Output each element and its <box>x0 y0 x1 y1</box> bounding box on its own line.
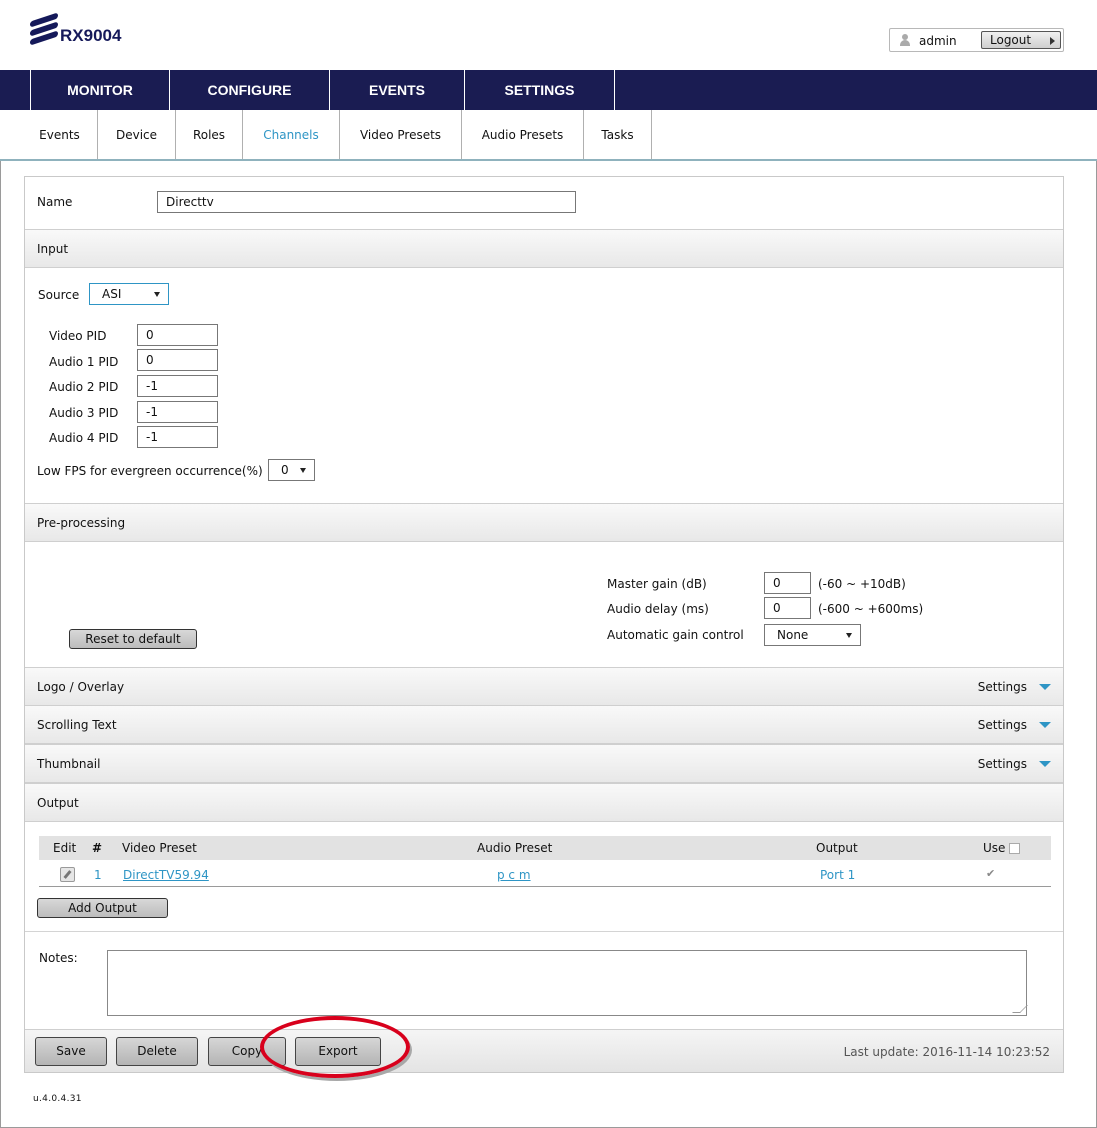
audio-delay-label: Audio delay (ms) <box>607 602 709 616</box>
audio2-pid-input[interactable]: -1 <box>137 375 218 397</box>
agc-value: None <box>777 628 809 642</box>
col-edit: Edit <box>53 841 77 855</box>
user-box: admin Logout <box>889 28 1064 52</box>
col-output: Output <box>816 841 858 855</box>
scrolling-text-settings-link[interactable]: Settings <box>978 706 1027 744</box>
low-fps-select[interactable]: 0 <box>268 459 315 481</box>
section-scrolling-text-header[interactable]: Scrolling Text Settings <box>25 705 1063 744</box>
chevron-down-icon <box>154 292 160 297</box>
master-gain-range: (-60 ~ +10dB) <box>818 577 906 591</box>
user-icon <box>899 34 910 46</box>
caret-down-icon <box>1039 722 1051 728</box>
row-number: 1 <box>94 868 102 882</box>
section-output-title: Output <box>37 796 79 810</box>
col-video-preset: Video Preset <box>122 841 197 855</box>
sub-nav: Events Device Roles Channels Video Prese… <box>0 110 1097 161</box>
notes-textarea[interactable] <box>107 950 1028 1016</box>
logo-mark-icon <box>30 12 58 46</box>
last-update: Last update: 2016-11-14 10:23:52 <box>843 1045 1050 1059</box>
caret-down-icon <box>1039 761 1051 767</box>
use-checkbox-checked[interactable]: ✔ <box>986 867 995 880</box>
resize-grip-icon[interactable] <box>1012 1005 1028 1013</box>
main-nav: MONITOR CONFIGURE EVENTS SETTINGS <box>0 70 1097 110</box>
caret-down-icon <box>1039 684 1051 690</box>
agc-label: Automatic gain control <box>607 628 744 642</box>
video-pid-label: Video PID <box>49 329 107 343</box>
audio-delay-input[interactable]: 0 <box>764 597 811 619</box>
audio3-pid-input[interactable]: -1 <box>137 401 218 423</box>
section-input-title: Input <box>37 242 69 256</box>
master-gain-label: Master gain (dB) <box>607 577 707 591</box>
section-thumbnail-header[interactable]: Thumbnail Settings <box>25 744 1063 783</box>
reset-to-default-button[interactable]: Reset to default <box>69 629 197 649</box>
brand-logo: RX9004 <box>30 12 122 46</box>
thumbnail-settings-link[interactable]: Settings <box>978 745 1027 783</box>
low-fps-value: 0 <box>281 463 289 477</box>
chevron-down-icon <box>846 633 852 638</box>
source-select[interactable]: ASI <box>89 283 169 305</box>
subtab-video-presets[interactable]: Video Presets <box>340 110 462 159</box>
source-value: ASI <box>102 287 122 301</box>
audio3-pid-label: Audio 3 PID <box>49 406 119 420</box>
audio-delay-range: (-600 ~ +600ms) <box>818 602 924 616</box>
agc-select[interactable]: None <box>764 624 861 646</box>
notes-label: Notes: <box>39 951 78 965</box>
table-row: 1 DirectTV59.94 p c m Port 1 ✔ <box>39 863 1051 887</box>
section-input-header: Input <box>25 229 1063 268</box>
master-gain-input[interactable]: 0 <box>764 572 811 594</box>
audio-preset-link[interactable]: p c m <box>497 868 531 882</box>
col-use: Use <box>983 841 1006 855</box>
subtab-device[interactable]: Device <box>98 110 176 159</box>
name-input[interactable]: Directtv <box>157 191 576 213</box>
section-thumbnail-title: Thumbnail <box>37 757 101 771</box>
col-number: # <box>92 841 103 855</box>
col-audio-preset: Audio Preset <box>477 841 553 855</box>
video-pid-input[interactable]: 0 <box>137 324 218 346</box>
subtab-audio-presets[interactable]: Audio Presets <box>462 110 584 159</box>
divider <box>25 931 1063 932</box>
source-label: Source <box>38 288 80 302</box>
add-output-button[interactable]: Add Output <box>37 898 168 918</box>
highlight-annotation <box>260 1016 410 1078</box>
logout-label: Logout <box>990 33 1032 47</box>
save-button[interactable]: Save <box>35 1037 107 1066</box>
audio4-pid-input[interactable]: -1 <box>137 426 218 448</box>
tab-monitor[interactable]: MONITOR <box>30 70 170 110</box>
logo-overlay-settings-link[interactable]: Settings <box>978 668 1027 706</box>
audio1-pid-label: Audio 1 PID <box>49 355 119 369</box>
form-footer: Save Delete Copy Export Last update: 201… <box>25 1029 1063 1072</box>
subtab-channels[interactable]: Channels <box>243 110 340 159</box>
header: RX9004 admin Logout <box>0 0 1097 70</box>
tab-settings[interactable]: SETTINGS <box>465 70 615 110</box>
logout-button[interactable]: Logout <box>981 31 1061 49</box>
output-table-header: Edit # Video Preset Audio Preset Output … <box>39 836 1051 860</box>
audio4-pid-label: Audio 4 PID <box>49 431 119 445</box>
section-logo-overlay-title: Logo / Overlay <box>37 680 125 694</box>
low-fps-label: Low FPS for evergreen occurrence(%) <box>37 464 263 478</box>
edit-icon[interactable] <box>60 867 75 882</box>
channel-form: Name Directtv Input Source ASI Video PID… <box>24 176 1064 1073</box>
subtab-events[interactable]: Events <box>22 110 98 159</box>
section-logo-overlay-header[interactable]: Logo / Overlay Settings <box>25 667 1063 706</box>
section-output-header: Output <box>25 783 1063 822</box>
output-port-link[interactable]: Port 1 <box>820 868 855 882</box>
use-all-checkbox[interactable] <box>1009 843 1020 854</box>
video-preset-link[interactable]: DirectTV59.94 <box>123 868 209 882</box>
subtab-roles[interactable]: Roles <box>176 110 243 159</box>
user-name: admin <box>919 34 957 48</box>
section-preprocessing-title: Pre-processing <box>37 516 126 530</box>
chevron-down-icon <box>300 468 306 473</box>
version-label: u.4.0.4.31 <box>33 1094 82 1104</box>
section-scrolling-text-title: Scrolling Text <box>37 718 117 732</box>
name-label: Name <box>37 195 73 209</box>
arrow-right-icon <box>1050 37 1055 45</box>
subtab-tasks[interactable]: Tasks <box>584 110 652 159</box>
tab-configure[interactable]: CONFIGURE <box>170 70 330 110</box>
delete-button[interactable]: Delete <box>116 1037 198 1066</box>
section-preprocessing-header: Pre-processing <box>25 503 1063 542</box>
app-title: RX9004 <box>60 26 122 45</box>
audio1-pid-input[interactable]: 0 <box>137 349 218 371</box>
audio2-pid-label: Audio 2 PID <box>49 380 119 394</box>
tab-events[interactable]: EVENTS <box>330 70 465 110</box>
